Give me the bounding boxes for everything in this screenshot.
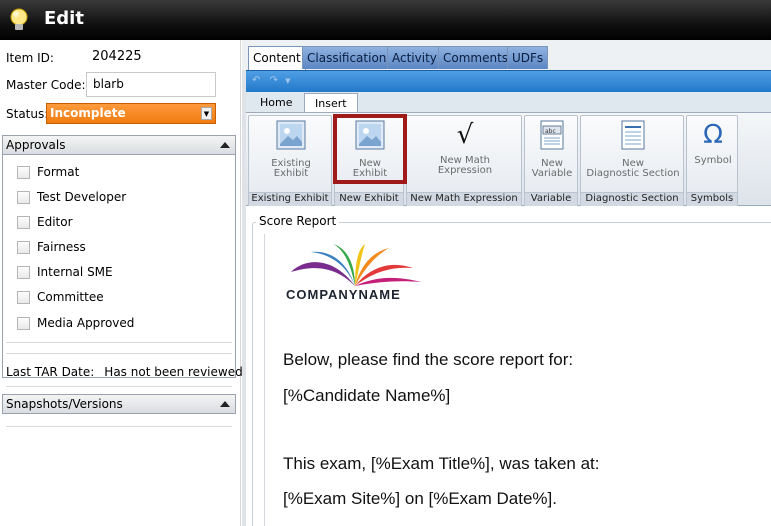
group-label: Symbols [687, 192, 737, 206]
divider [6, 426, 232, 427]
tab-classifications[interactable]: Classifications [302, 46, 398, 69]
ribbon-tab-home[interactable]: Home [250, 93, 302, 112]
item-properties-panel: Item ID: 204225 Master Code: blarb Statu… [0, 40, 266, 526]
logo-fan-icon [291, 244, 421, 286]
report-line-4: [%Exam Site%] on [%Exam Date%]. [283, 489, 557, 508]
document-icon [621, 120, 645, 150]
checkbox[interactable] [17, 216, 30, 229]
divider [6, 386, 232, 387]
checkbox[interactable] [17, 317, 30, 330]
last-tar-label: Last TAR Date: [6, 365, 95, 379]
collapse-caret-icon[interactable] [220, 142, 230, 148]
ribbon-group-symbols: Ω Symbol Symbols [686, 115, 738, 207]
company-logo: COMPANYNAME [285, 242, 427, 306]
checkbox[interactable] [17, 241, 30, 254]
report-line-2: [%Candidate Name%] [283, 386, 451, 405]
rich-text-editor[interactable]: COMPANYNAME Below, please find the score… [264, 234, 771, 526]
title-bar: Edit [0, 0, 771, 40]
approvals-header[interactable]: Approvals [2, 135, 236, 155]
undo-icon[interactable]: ↶ [252, 75, 260, 86]
edit-window: Edit Item ID: 204225 Master Code: blarb … [0, 0, 771, 526]
chevron-down-icon[interactable]: ▼ [201, 107, 212, 120]
logo-text: COMPANYNAME [286, 287, 401, 302]
divider [6, 353, 232, 354]
quick-access-toolbar: ↶ ↷ ▼ [246, 70, 771, 92]
new-variable-button[interactable]: abc New Variable [525, 120, 579, 179]
group-label: Variable [525, 192, 577, 206]
status-label: Status: [6, 107, 49, 121]
group-label: Diagnostic Section [581, 192, 683, 206]
ribbon-group-diagnostic-section: New Diagnostic Section Diagnostic Sectio… [580, 115, 684, 207]
tab-activity[interactable]: Activity [387, 46, 442, 69]
redo-icon[interactable]: ↷ [270, 75, 278, 86]
approvals-list: Format Test Developer Editor Fairness In… [2, 154, 236, 378]
ribbon-group-variable: abc New Variable Variable [524, 115, 578, 207]
tab-content[interactable]: Content [248, 46, 306, 70]
item-id-value: 204225 [92, 49, 142, 64]
ribbon-tab-insert[interactable]: Insert [304, 93, 358, 112]
group-label: Existing Exhibit [249, 192, 331, 206]
tab-strip: Content Classifications Activity Comment… [242, 40, 771, 70]
ribbon-group-new-math: √ New Math Expression New Math Expressio… [406, 115, 522, 207]
approvals-header-label: Approvals [6, 138, 66, 152]
collapse-caret-icon[interactable] [220, 401, 230, 407]
ribbon-group-existing-exhibit: Existing Exhibit Existing Exhibit [248, 115, 332, 207]
checkbox[interactable] [17, 166, 30, 179]
chevron-down-icon[interactable]: ▼ [285, 77, 290, 85]
checkbox[interactable] [17, 291, 30, 304]
quick-access-icons: ↶ ↷ ▼ [252, 75, 291, 86]
master-code-input[interactable]: blarb [86, 72, 216, 97]
master-code-label: Master Code: [6, 78, 86, 92]
divider [6, 342, 232, 343]
lightbulb-icon [10, 8, 28, 30]
omega-icon: Ω [703, 120, 723, 150]
checkbox[interactable] [17, 266, 30, 279]
status-value: Incomplete [50, 106, 126, 120]
image-icon [276, 120, 306, 150]
snapshots-header-label: Snapshots/Versions [6, 397, 123, 411]
editor-panel: Content Classifications Activity Comment… [242, 40, 771, 526]
ribbon: Existing Exhibit Existing Exhibit New Ex… [246, 112, 771, 207]
symbol-button[interactable]: Ω Symbol [687, 120, 739, 166]
new-diagnostic-section-button[interactable]: New Diagnostic Section [581, 120, 685, 179]
group-label: New Math Expression [407, 192, 521, 206]
report-line-1: Below, please find the score report for: [283, 350, 574, 369]
svg-text:abc: abc [545, 128, 556, 135]
report-line-3: This exam, [%Exam Title%], was taken at: [283, 454, 600, 473]
new-exhibit-highlight [333, 114, 407, 184]
square-root-icon: √ [456, 120, 474, 150]
tab-udfs[interactable]: UDFs [507, 46, 549, 69]
status-select[interactable]: Incomplete ▼ [46, 103, 216, 124]
variable-document-icon: abc [540, 120, 564, 150]
content-area: Score Report COMPANYNAME Below, please f… [246, 206, 771, 526]
window-title: Edit [44, 8, 84, 29]
score-report-label: Score Report [256, 214, 340, 228]
snapshots-header[interactable]: Snapshots/Versions [2, 394, 236, 414]
ribbon-tabs: Home Insert [246, 92, 771, 112]
new-math-expression-button[interactable]: √ New Math Expression [407, 120, 523, 176]
item-id-label: Item ID: [6, 51, 54, 65]
last-tar-date: Last TAR Date: Has not been reviewed yet [6, 365, 266, 379]
group-label: New Exhibit [335, 192, 403, 206]
existing-exhibit-button[interactable]: Existing Exhibit [249, 120, 333, 179]
tab-comments[interactable]: Comments [438, 46, 514, 69]
checkbox[interactable] [17, 191, 30, 204]
